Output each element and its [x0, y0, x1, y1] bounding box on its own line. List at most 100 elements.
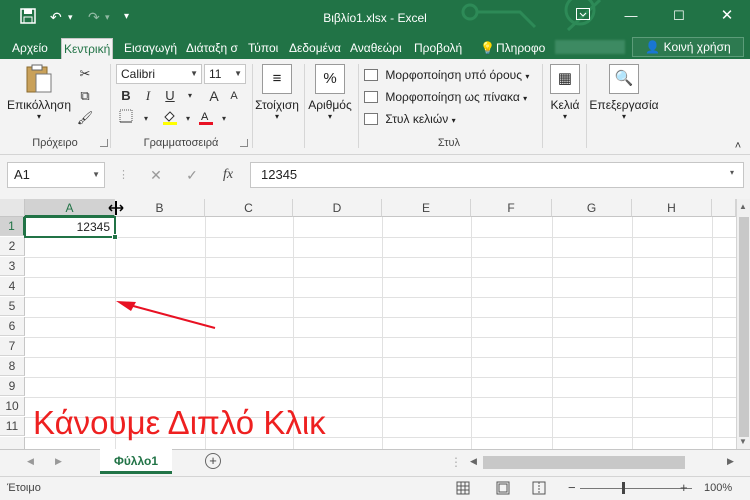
scroll-right-icon[interactable]: ▶ [727, 456, 734, 467]
close-button[interactable]: ✕ [704, 0, 750, 31]
paste-button[interactable]: Επικόλληση ▾ [4, 64, 74, 121]
borders-icon[interactable] [116, 109, 136, 129]
minimize-button[interactable]: — [608, 0, 654, 31]
italic-button[interactable]: I [138, 86, 158, 106]
formula-input[interactable]: 12345 [250, 162, 744, 188]
zoom-level[interactable]: 100% [704, 482, 732, 494]
font-color-dropdown-icon[interactable]: ▾ [214, 109, 234, 129]
fill-color-icon[interactable] [160, 109, 180, 129]
tab-review[interactable]: Αναθεώρι [348, 38, 404, 59]
share-button[interactable]: 👤 Κοινή χρήση [632, 37, 744, 57]
decrease-font-size-button[interactable]: A [224, 86, 244, 106]
cell-styles-button[interactable]: Στυλ κελιών ▾ [364, 110, 456, 128]
prev-sheet-icon[interactable]: ◀ [27, 456, 34, 467]
conditional-formatting-button[interactable]: Μορφοποίηση υπό όρους ▾ [364, 66, 529, 84]
cell-a1[interactable]: 12345 [24, 216, 116, 238]
number-format-button[interactable]: % Αριθμός ▾ [306, 64, 354, 121]
column-header-h[interactable]: H [632, 199, 712, 217]
tab-home[interactable]: Κεντρική [61, 38, 114, 59]
column-header-b[interactable]: B [115, 199, 205, 217]
tab-page-layout[interactable]: Διάταξη σ [184, 38, 240, 59]
confirm-entry-button[interactable]: ✓ [178, 162, 206, 188]
font-color-icon[interactable]: A [196, 109, 216, 129]
underline-dropdown-icon[interactable]: ▾ [180, 86, 200, 106]
tell-me-search[interactable]: Πληροφο [494, 38, 547, 59]
zoom-in-icon[interactable]: + [680, 480, 688, 495]
fill-color-dropdown-icon[interactable]: ▾ [178, 109, 198, 129]
alignment-button[interactable]: ≡ Στοίχιση ▾ [254, 64, 300, 121]
expand-formula-bar-icon[interactable]: ▾ [730, 168, 734, 177]
scroll-down-icon[interactable]: ▼ [739, 437, 747, 446]
format-painter-icon[interactable]: 🖌 [75, 108, 95, 128]
cancel-entry-button[interactable]: ✕ [142, 162, 170, 188]
fill-handle[interactable] [112, 234, 118, 240]
font-launcher-icon[interactable] [240, 139, 248, 147]
scroll-up-icon[interactable]: ▲ [739, 202, 747, 211]
scroll-left-icon[interactable]: ◀ [470, 456, 477, 467]
chevron-down-icon: ▾ [525, 72, 530, 81]
add-sheet-button[interactable]: + [205, 453, 221, 469]
increase-font-size-button[interactable]: A [204, 86, 224, 106]
format-as-table-button[interactable]: Μορφοποίηση ως πίνακα ▾ [364, 88, 527, 106]
column-header-d[interactable]: D [293, 199, 382, 217]
page-layout-view-icon[interactable] [496, 481, 510, 498]
row-header-2[interactable]: 2 [0, 237, 25, 256]
name-box[interactable]: A1 ▼ [7, 162, 105, 188]
column-header-e[interactable]: E [382, 199, 471, 217]
select-all-button[interactable] [0, 199, 25, 217]
row-header-7[interactable]: 7 [0, 337, 25, 356]
gridline [25, 237, 736, 238]
tab-split-icon[interactable]: ⋮ [450, 455, 462, 469]
cut-icon[interactable]: ✂ [75, 64, 95, 84]
column-header-a[interactable]: A [25, 199, 115, 217]
editing-button[interactable]: 🔍 Επεξεργασία ▾ [588, 64, 660, 121]
alignment-label: Στοίχιση [255, 98, 299, 112]
row-header-1[interactable]: 1 [0, 217, 25, 236]
tab-view[interactable]: Προβολή [412, 38, 464, 59]
zoom-out-icon[interactable]: − [568, 480, 576, 495]
cells-button[interactable]: ▦ Κελιά ▾ [546, 64, 584, 121]
horizontal-scroll-thumb[interactable] [483, 456, 685, 469]
vertical-scrollbar[interactable]: ▲ ▼ [736, 199, 750, 449]
sheet-tab-1[interactable]: Φύλλο1 [100, 449, 172, 474]
column-header-f[interactable]: F [471, 199, 552, 217]
tab-file[interactable]: Αρχείο [10, 38, 50, 59]
svg-text:A: A [201, 111, 209, 123]
row-header-10[interactable]: 10 [0, 397, 25, 416]
ribbon-display-options-button[interactable] [560, 0, 606, 31]
cells-grid-icon: ▦ [550, 64, 580, 94]
row-header-9[interactable]: 9 [0, 377, 25, 396]
conditional-formatting-label: Μορφοποίηση υπό όρους [385, 68, 523, 82]
zoom-slider-thumb[interactable] [622, 482, 625, 494]
tab-data[interactable]: Δεδομένα [287, 38, 343, 59]
font-name-select[interactable]: Calibri ▼ [116, 64, 202, 84]
tab-formulas[interactable]: Τύποι [246, 38, 280, 59]
normal-view-icon[interactable] [456, 481, 470, 498]
underline-button[interactable]: U [160, 86, 180, 106]
copy-icon[interactable]: ⧉ [75, 86, 95, 106]
next-sheet-icon[interactable]: ▶ [55, 456, 62, 467]
bold-button[interactable]: B [116, 86, 136, 106]
row-header-6[interactable]: 6 [0, 317, 25, 336]
row-header-11[interactable]: 11 [0, 417, 25, 436]
vertical-scroll-thumb[interactable] [739, 217, 749, 437]
column-header-partial[interactable] [712, 199, 736, 217]
borders-dropdown-icon[interactable]: ▾ [136, 109, 156, 129]
clipboard-icon [24, 64, 54, 94]
divider [110, 64, 111, 148]
row-header-3[interactable]: 3 [0, 257, 25, 276]
insert-function-button[interactable]: fx [214, 162, 242, 188]
row-header-5[interactable]: 5 [0, 297, 25, 316]
clipboard-launcher-icon[interactable] [100, 139, 108, 147]
font-size-select[interactable]: 11 ▼ [204, 64, 246, 84]
page-break-view-icon[interactable] [532, 481, 546, 498]
row-header-4[interactable]: 4 [0, 277, 25, 296]
tab-insert[interactable]: Εισαγωγή [122, 38, 179, 59]
column-header-c[interactable]: C [205, 199, 293, 217]
zoom-slider[interactable] [580, 488, 692, 489]
row-header-8[interactable]: 8 [0, 357, 25, 376]
collapse-ribbon-icon[interactable]: ˄ [728, 136, 748, 156]
maximize-button[interactable]: ☐ [656, 0, 702, 31]
row-header-12[interactable] [0, 437, 25, 449]
column-header-g[interactable]: G [552, 199, 632, 217]
